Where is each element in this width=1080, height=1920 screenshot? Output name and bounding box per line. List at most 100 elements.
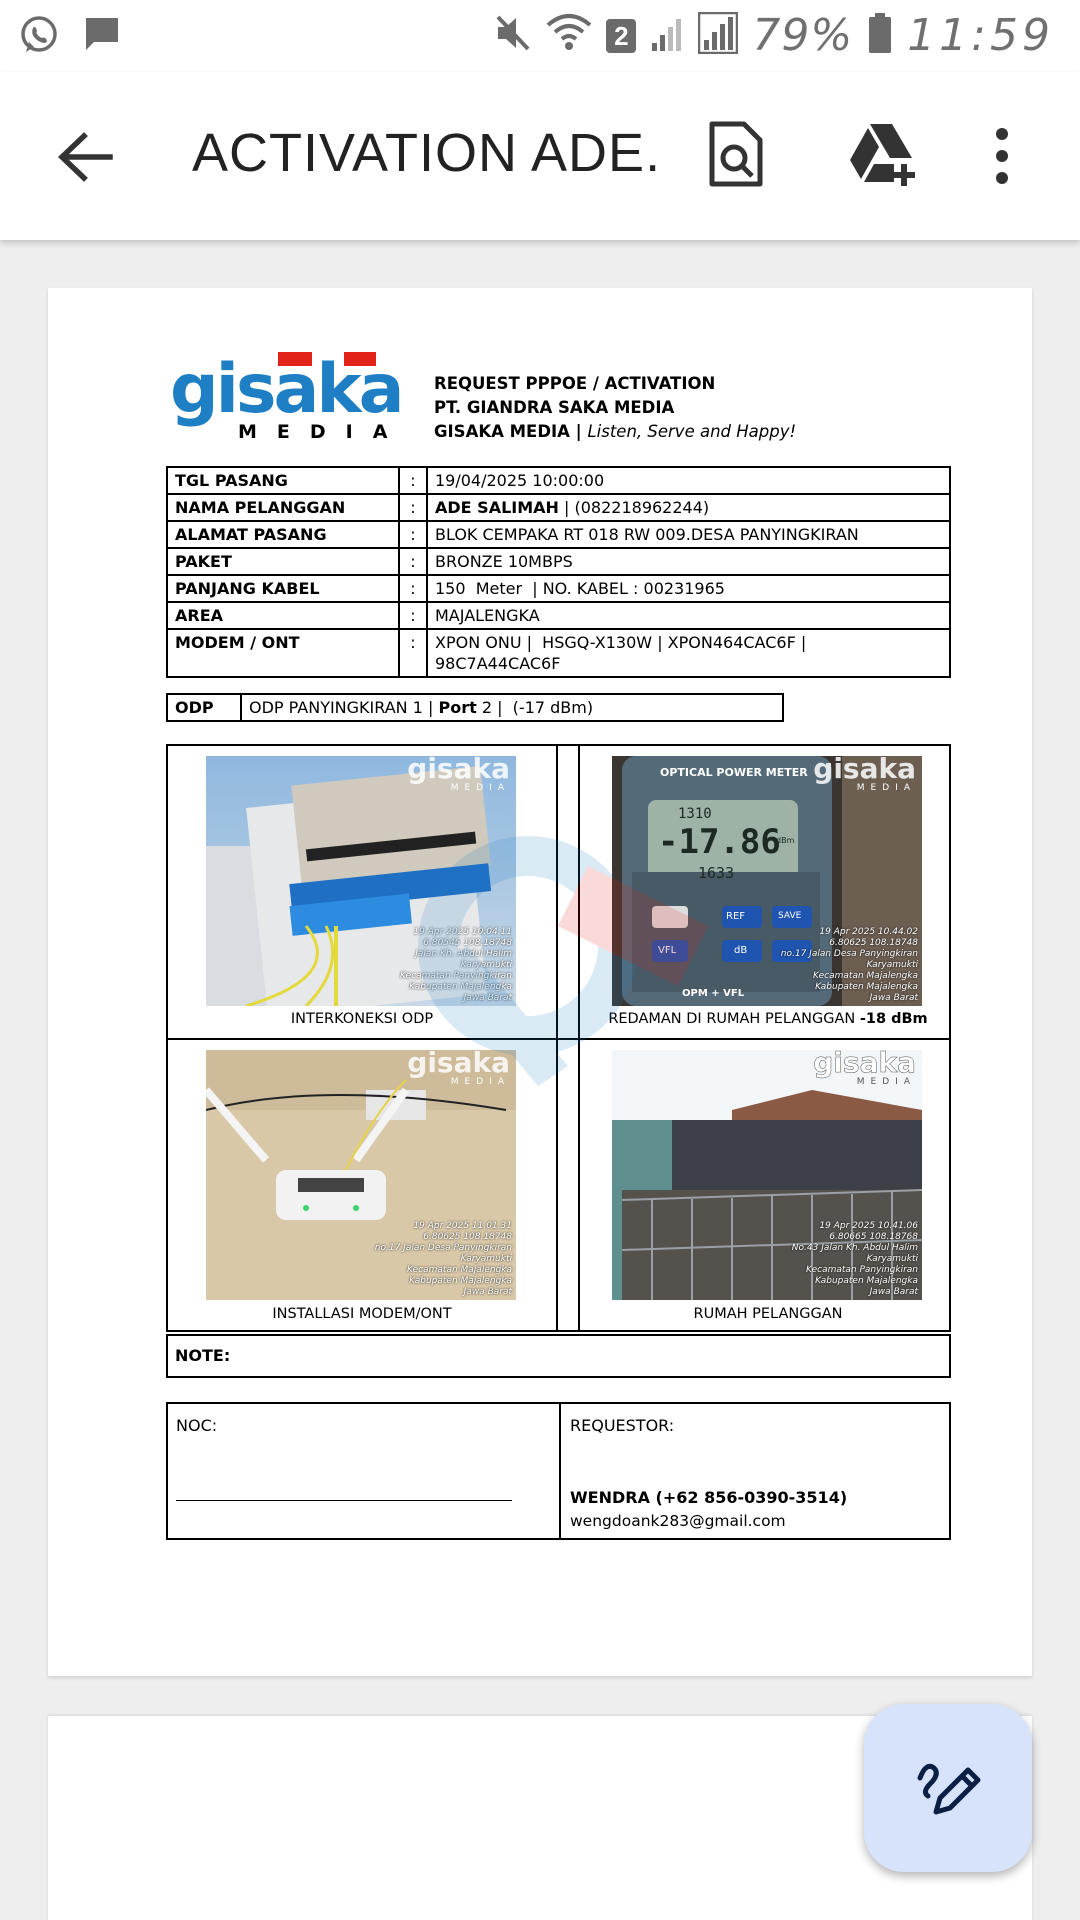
meter-button-ref: REF [726, 911, 746, 922]
divider [559, 1404, 561, 1538]
status-bar: 2 79% 11:59 [0, 0, 1080, 72]
table-row: PANJANG KABEL : 150 Meter | NO. KABEL : … [166, 574, 951, 603]
meter-readout-main: -17.86 [658, 822, 781, 862]
edit-pen-icon [917, 1763, 981, 1815]
customer-name: ADE SALIMAH [435, 498, 559, 517]
noc-label: NOC: [176, 1416, 218, 1435]
stamp-line: Jawa Barat [463, 1287, 512, 1297]
area-value: MAJALENGKA [426, 601, 951, 630]
customer-phone: | (082218962244) [564, 498, 710, 517]
message-icon [82, 14, 122, 61]
search-document-icon [709, 121, 763, 187]
meter-button-db: dB [734, 945, 748, 956]
stamp-line: 19 Apr 2025 10.44.02 [819, 927, 918, 937]
colon: : [398, 628, 428, 678]
stamp-line: Kecamatan Panyingkiran [400, 971, 512, 981]
photo-stamp: 19 Apr 2025 11.01.31 6.80625 108.18748 n… [375, 1221, 512, 1298]
meter-button-vfl: VFL [658, 945, 677, 956]
edit-fab-button[interactable] [864, 1704, 1032, 1872]
stamp-line: Kecamatan Panyingkiran [806, 1265, 918, 1275]
back-arrow-icon [58, 132, 113, 182]
signature-line [176, 1500, 512, 1501]
signature-box: NOC: REQUESTOR: WENDRA (+62 856-0390-351… [166, 1402, 951, 1540]
stamp-line: Kecamatan Majalengka [813, 971, 918, 981]
meter-readout-bottom: 1633 [698, 864, 735, 882]
stamp-line: Kabupaten Majalengka [815, 982, 918, 992]
kabel-value: 150 Meter | NO. KABEL : 00231965 [426, 574, 951, 603]
odp-name: ODP PANYINGKIRAN 1 | [249, 698, 434, 717]
stamp-line: Kabupaten Majalengka [815, 1276, 918, 1286]
table-row: PAKET : BRONZE 10MBPS [166, 547, 951, 576]
paket-label: PAKET [166, 547, 400, 576]
odp-table: ODP ODP PANYINGKIRAN 1 | Port 2 | (-17 d… [166, 693, 784, 722]
add-to-drive-icon [850, 124, 915, 186]
clock: 11:59 [907, 10, 1054, 61]
sim-badge: 2 [606, 18, 637, 53]
odp-label: ODP [166, 693, 242, 722]
signal-icon-2 [698, 11, 739, 59]
photo-odp-interconnect: gisaka MEDIA 19 Apr 2025 10.04.11 6.80545… [206, 756, 516, 1006]
caption-dbm: -18 dBm [859, 1011, 928, 1027]
photo-modem-install: gisaka MEDIA 19 Apr 2025 11.01.31 6.80625… [206, 1050, 516, 1300]
stamp-line: 19 Apr 2025 10.41.06 [819, 1221, 918, 1231]
divider [168, 1038, 949, 1040]
photo-customer-house: gisaka MEDIA 19 Apr 2025 10.41.06 6.80665… [612, 1050, 922, 1300]
stamp-line: 6.80625 108.18748 [423, 1232, 512, 1242]
header-line3: GISAKA MEDIA | Listen, Serve and Happy! [434, 420, 796, 444]
wifi-icon [546, 13, 592, 58]
modem-label: MODEM / ONT [166, 628, 400, 678]
customer-info-table: TGL PASANG : 19/04/2025 10:00:00 NAMA PE… [166, 466, 951, 678]
battery-icon [867, 12, 893, 59]
modem-value: XPON ONU | HSGQ-X130W | XPON464CAC6F | 9… [426, 628, 951, 678]
stamp-line: 6.80665 108.18768 [829, 1232, 918, 1242]
stamp-line: 19 Apr 2025 11.01.31 [413, 1221, 512, 1231]
meter-readout-top: 1310 [678, 806, 712, 822]
search-in-document-button[interactable] [706, 120, 782, 196]
document-header: REQUEST PPPOE / ACTIVATION PT. GIANDRA S… [434, 372, 796, 444]
stamp-line: Karyamukti [866, 1254, 918, 1264]
back-button[interactable] [50, 122, 120, 192]
stamp-line: no.17 Jalan Desa Panyingkiran [780, 949, 918, 959]
stamp-line: Kabupaten Majalengka [409, 1276, 512, 1286]
stamp-line: Karyamukti [460, 1254, 512, 1264]
more-vertical-icon [996, 128, 1008, 184]
area-label: AREA [166, 601, 400, 630]
nama-value: ADE SALIMAH | (082218962244) [426, 493, 951, 522]
colon: : [398, 574, 428, 603]
requestor-email: wengdoank283@gmail.com [570, 1512, 786, 1530]
stamp-line: 6.80625 108.18748 [829, 938, 918, 948]
table-row: ALAMAT PASANG : BLOK CEMPAKA RT 018 RW 0… [166, 520, 951, 549]
photo-caption: RUMAH PELANGGAN [693, 1306, 843, 1322]
stamp-line: Karyamukti [460, 960, 512, 970]
photo-caption: REDAMAN DI RUMAH PELANGGAN -18 dBm [578, 1011, 958, 1027]
svg-text:gisaka: gisaka [170, 350, 401, 429]
stamp-line: No.43 Jalan Kh. Abdul Halim [791, 1243, 918, 1253]
stamp-line: no.17 Jalan Desa Panyingkiran [374, 1243, 512, 1253]
tgl-label: TGL PASANG [166, 466, 400, 495]
document-page: gisaka MEDIA REQUEST PPPOE / ACTIVATION … [48, 288, 1032, 1676]
note-box: NOTE: [166, 1334, 951, 1378]
modem-line1: XPON ONU | HSGQ-X130W | XPON464CAC6F | [435, 633, 807, 652]
odp-value: ODP PANYINGKIRAN 1 | Port 2 | (-17 dBm) [240, 693, 784, 722]
more-options-button[interactable] [990, 120, 1038, 196]
requestor-label: REQUESTOR: [570, 1416, 675, 1435]
colon: : [398, 520, 428, 549]
paket-value: BRONZE 10MBPS [426, 547, 951, 576]
stamp-line: Kabupaten Majalengka [409, 982, 512, 992]
svg-text:MEDIA: MEDIA [238, 421, 407, 443]
app-bar: ACTIVATION ADE... [0, 72, 1080, 240]
port-value: 2 | (-17 dBm) [481, 698, 594, 717]
photo-caption: INSTALLASI MODEM/ONT [272, 1306, 452, 1322]
alamat-value: BLOK CEMPAKA RT 018 RW 009.DESA PANYINGK… [426, 520, 951, 549]
header-brand: GISAKA MEDIA | [434, 422, 582, 441]
requestor-name: WENDRA (+62 856-0390-3514) [570, 1488, 848, 1507]
meter-button-save: SAVE [778, 911, 802, 921]
add-to-drive-button[interactable] [848, 120, 924, 196]
photo-stamp: 19 Apr 2025 10.44.02 6.80625 108.18748 n… [781, 927, 918, 1004]
alamat-label: ALAMAT PASANG [166, 520, 400, 549]
stamp-line: Jawa Barat [463, 993, 512, 1003]
table-row: AREA : MAJALENGKA [166, 601, 951, 630]
tgl-value: 19/04/2025 10:00:00 [426, 466, 951, 495]
stamp-line: 19 Apr 2025 10.04.11 [413, 927, 512, 937]
gisaka-logo: gisaka MEDIA [168, 350, 420, 444]
